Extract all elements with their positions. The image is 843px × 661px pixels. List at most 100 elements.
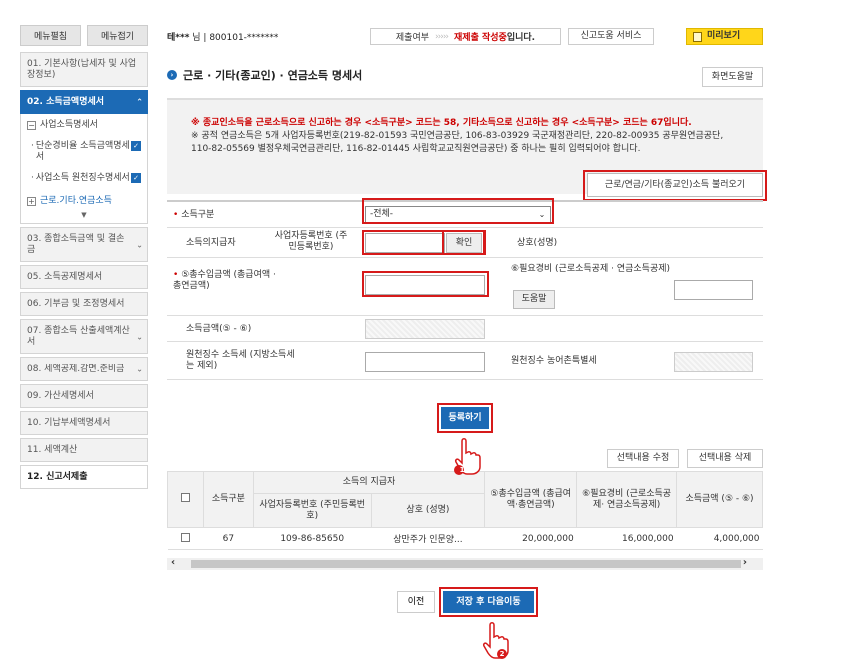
help-button[interactable]: 도움말 — [513, 290, 555, 309]
notice-line: ※ 종교인소득을 근로소득으로 신고하는 경우 <소득구분> 코드는 58, 기… — [191, 118, 692, 128]
minus-box-icon: − — [27, 121, 36, 130]
sidebar-item-deduction[interactable]: 05. 소득공제명세서 — [20, 265, 148, 289]
sidebar-submenu: − 사업소득명세서 · 단순경비율 소득금액명세서 ✓ · 사업소득 원천징수명세서… — [20, 114, 148, 224]
submenu-other-income[interactable]: + 근로.기타.연금소득 — [27, 196, 141, 207]
sidebar: 메뉴펼침 메뉴접기 01. 기본사항(납세자 및 사업장정보) 02. 소득금액… — [20, 25, 148, 489]
form-row-payer: 소득의지급자 사업자등록번호 (주민등록번호) 확인 상호(성명) — [167, 228, 763, 258]
chevron-down-icon: ⌄ — [136, 240, 143, 249]
cell-income: 4,000,000 — [676, 527, 763, 550]
submenu-label: 근로.기타.연금소득 — [40, 196, 112, 206]
register-button[interactable]: 등록하기 — [441, 407, 489, 429]
document-icon — [693, 32, 702, 42]
edit-selected-button[interactable]: 선택내용 수정 — [607, 449, 679, 468]
column-header: 소득의 지급자 — [252, 471, 486, 494]
expense-input[interactable] — [674, 280, 753, 300]
load-income-button[interactable]: 근로/연금/기타(종교인)소득 불러오기 — [587, 173, 763, 197]
sidebar-item-label: 10. 기납부세액명세서 — [27, 417, 111, 428]
sidebar-item-income-statement[interactable]: 02. 소득금액명세서 ⌃ — [20, 90, 148, 114]
sidebar-item-label: 01. 기본사항(납세자 및 사업장정보) — [27, 58, 137, 80]
main-content: 테*** 님 | 800101-******* 제출여부 ››››› 재제출 작… — [167, 25, 767, 659]
form-row-income: 소득금액(⑤ - ⑥) — [167, 316, 763, 342]
top-bar: 테*** 님 | 800101-******* 제출여부 ››››› 재제출 작… — [167, 25, 763, 47]
arrow-right-circle-icon: › — [167, 70, 177, 80]
sidebar-item-label: 11. 세액계산 — [27, 444, 78, 455]
sidebar-item-label: 03. 종합소득금액 및 결손금 — [27, 233, 125, 255]
cell-company: 상만주가 인문양... — [371, 527, 485, 550]
income-type-select[interactable]: -전체- ⌄ — [365, 206, 551, 223]
screen-help-button[interactable]: 화면도움말 — [702, 67, 763, 87]
chevron-down-icon: ⌄ — [136, 332, 143, 341]
save-and-next-button[interactable]: 저장 후 다음이동 — [443, 591, 534, 613]
caret-down-icon: ▼ — [81, 211, 87, 219]
collapse-all-button[interactable]: 메뉴접기 — [87, 25, 148, 46]
column-header: 사업자등록번호 (주민등록번호) — [252, 493, 372, 528]
sidebar-item-prepaid[interactable]: 10. 기납부세액명세서 — [20, 411, 148, 435]
sidebar-item-penalty[interactable]: 09. 가산세명세서 — [20, 384, 148, 408]
delete-selected-button[interactable]: 선택내용 삭제 — [687, 449, 763, 468]
chevron-up-icon: ⌃ — [136, 97, 143, 107]
form-row-withholding: 원천징수 소득세 (지방소득세는 제외) 원천징수 농어촌특별세 — [167, 342, 763, 380]
submenu-simple-expense[interactable]: · 단순경비율 소득금액명세서 ✓ — [27, 141, 141, 163]
sidebar-item-label: 06. 기부금 및 조정명세서 — [27, 298, 125, 309]
sidebar-toggle-bar: 메뉴펼침 메뉴접기 — [20, 25, 148, 46]
plus-box-icon: + — [27, 197, 36, 206]
pointing-hand-icon — [483, 622, 509, 659]
sidebar-item-label: 05. 소득공제명세서 — [27, 271, 103, 282]
sidebar-item-credit[interactable]: 08. 세액공제.감면.준비금 ⌄ — [20, 357, 148, 381]
chevron-right-icon[interactable]: › — [743, 557, 747, 568]
preview-button[interactable]: 미리보기 — [686, 28, 763, 45]
submenu-label: 사업소득 원천징수명세서 — [35, 173, 130, 183]
scrollbar-thumb[interactable] — [191, 560, 741, 568]
submenu-label: 단순경비율 소득금액명세서 — [35, 141, 130, 162]
column-header: 소득금액 (⑤ - ⑥) — [676, 471, 763, 528]
sidebar-item-basic-info[interactable]: 01. 기본사항(납세자 및 사업장정보) — [20, 52, 148, 87]
column-header: 소득구분 — [202, 471, 254, 528]
notice-line: 110-82-05569 별정우체국연금관리단, 116-82-01445 사립… — [191, 144, 641, 154]
income-form: • 소득구분 -전체- ⌄ 소득의지급자 사업자등록번호 (주민등록번호) 확인 … — [167, 200, 763, 380]
sidebar-item-label: 07. 종합소득 산출세액계산서 — [27, 325, 130, 347]
column-header: ⑥필요경비 (근로소득공제· 연금소득공제) — [576, 471, 678, 528]
chevron-down-icon: ⌄ — [538, 210, 546, 219]
step-number: 2 — [499, 650, 505, 658]
column-header: ⑤총수입금액 (총급여액·총연금액) — [484, 471, 578, 528]
sidebar-item-submit[interactable]: 12. 신고서제출 — [20, 465, 148, 489]
submenu-business-income[interactable]: − 사업소득명세서 — [27, 120, 141, 131]
sidebar-item-tax-calc[interactable]: 07. 종합소득 산출세액계산서 ⌄ — [20, 319, 148, 354]
submenu-label: 사업소득명세서 — [40, 120, 98, 130]
cell-gross: 20,000,000 — [484, 527, 577, 550]
row-checkbox[interactable] — [167, 527, 204, 550]
check-box-icon: ✓ — [131, 141, 141, 151]
sidebar-item-donation[interactable]: 06. 기부금 및 조정명세서 — [20, 292, 148, 316]
expand-all-button[interactable]: 메뉴펼침 — [20, 25, 81, 46]
sidebar-item-label: 02. 소득금액명세서 — [27, 96, 105, 107]
step-number: 1 — [459, 466, 465, 474]
gross-input[interactable] — [365, 275, 485, 295]
form-row-income-type: • 소득구분 -전체- ⌄ — [167, 202, 763, 228]
chevron-down-icon: ⌄ — [136, 364, 143, 374]
page-title: › 근로 · 기타(종교인) · 연금소득 명세서 — [167, 67, 362, 83]
sidebar-item-tax-compute[interactable]: 11. 세액계산 — [20, 438, 148, 462]
cell-type: 67 — [203, 527, 254, 550]
submenu-withholding[interactable]: · 사업소득 원천징수명세서 ✓ — [27, 173, 141, 184]
confirm-button[interactable]: 확인 — [446, 233, 482, 253]
previous-button[interactable]: 이전 — [397, 591, 435, 613]
sidebar-item-label: 09. 가산세명세서 — [27, 390, 94, 401]
chevron-left-icon[interactable]: ‹ — [171, 557, 175, 568]
check-box-icon: ✓ — [131, 173, 141, 183]
filing-help-service-button[interactable]: 신고도움 서비스 — [568, 28, 654, 45]
cell-expense: 16,000,000 — [576, 527, 677, 550]
income-table: 소득구분 소득의 지급자 ⑤총수입금액 (총급여액·총연금액) ⑥필요경비 (근… — [167, 471, 763, 550]
user-info: 테*** 님 | 800101-******* — [167, 32, 279, 43]
biz-no-input[interactable] — [365, 233, 445, 253]
cell-biz-no: 109-86-85650 — [253, 527, 372, 550]
withholding-input[interactable] — [365, 352, 485, 372]
select-all-checkbox[interactable] — [167, 471, 204, 528]
form-row-gross: • ⑤총수입금액 (총급여액 · 총연금액) ⑥필요경비 (근로소득공제 · 연… — [167, 258, 763, 316]
horizontal-scrollbar[interactable]: ‹ › — [167, 557, 763, 570]
column-header: 상호 (성명) — [370, 493, 486, 528]
sidebar-item-comprehensive[interactable]: 03. 종합소득금액 및 결손금 ⌄ — [20, 227, 148, 262]
income-amount-field — [365, 319, 485, 339]
table-row[interactable]: 67 109-86-85650 상만주가 인문양... 20,000,000 1… — [167, 527, 763, 550]
submission-status: 제출여부 ››››› 재제출 작성중입니다. — [370, 28, 561, 45]
sidebar-item-label: 12. 신고서제출 — [27, 471, 88, 482]
